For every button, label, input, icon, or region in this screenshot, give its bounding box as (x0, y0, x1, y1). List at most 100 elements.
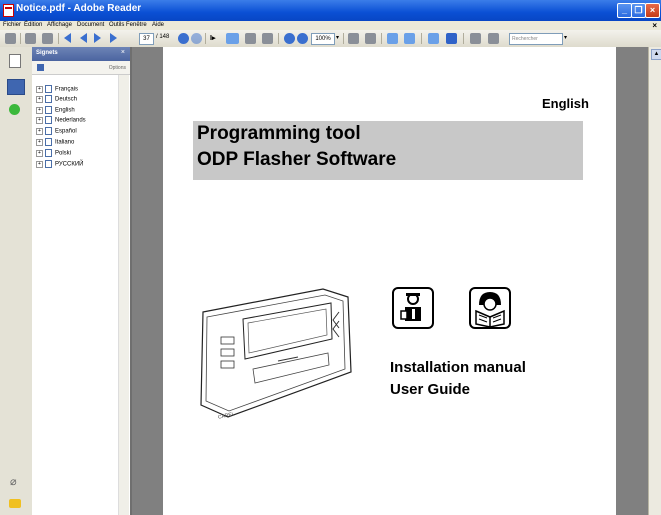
close-window-button[interactable]: × (645, 3, 660, 18)
expand-icon[interactable]: + (36, 95, 43, 103)
bookmark-menu-icon[interactable] (37, 64, 44, 71)
window-title: Notice.pdf - Adobe Reader (16, 3, 142, 14)
facing-pages-icon[interactable] (428, 33, 439, 44)
expand-icon[interactable]: + (36, 127, 43, 135)
bookmark-item[interactable]: + Nederlands (36, 116, 86, 126)
bookmark-label: Italiano (55, 139, 75, 146)
zoom-dropdown-icon[interactable]: ▾ (336, 34, 339, 41)
bookmarks-header: Signets × (32, 47, 130, 61)
bookmarks-tools: Options (32, 61, 130, 75)
expand-icon[interactable]: + (36, 149, 43, 157)
bookmark-label: Français (55, 86, 79, 93)
bookmark-item[interactable]: + Español (36, 127, 77, 137)
next-page-icon[interactable] (94, 33, 101, 43)
minimize-button[interactable]: _ (617, 3, 632, 18)
menu-edition[interactable]: Édition (24, 22, 42, 28)
pdf-page: English Programming tool ODP Flasher Sof… (163, 47, 616, 515)
zoom-out-icon[interactable] (284, 33, 295, 44)
bookmark-item[interactable]: + Français (36, 85, 78, 95)
expand-icon[interactable]: + (36, 116, 43, 124)
restore-button[interactable]: ❐ (631, 3, 646, 18)
expand-icon[interactable]: + (36, 138, 43, 146)
fit-width-icon[interactable] (446, 33, 457, 44)
menu-aide[interactable]: Aide (152, 22, 164, 28)
zoom-tool-icon[interactable] (245, 33, 256, 44)
reader-user-icon (469, 287, 511, 329)
pages-panel-icon[interactable] (9, 54, 21, 68)
help-icon[interactable] (9, 104, 20, 115)
manual-line1: Installation manual (390, 359, 526, 376)
toolbar-separator (58, 33, 59, 44)
toolbar-separator (463, 33, 464, 44)
bookmarks-panel-icon[interactable] (7, 79, 25, 95)
installer-icon (392, 287, 434, 329)
bookmarks-options[interactable]: Options (109, 65, 126, 71)
navigation-strip: ⌀ (0, 47, 33, 515)
save-icon[interactable] (25, 33, 36, 44)
expand-icon[interactable]: + (36, 106, 43, 114)
find-icon[interactable] (42, 33, 53, 44)
bookmark-icon (45, 85, 52, 93)
bookmark-item[interactable]: + Polski (36, 149, 71, 159)
hand-tool-icon[interactable] (226, 33, 239, 44)
toolbar-separator (278, 33, 279, 44)
attachment-icon[interactable]: ⌀ (10, 475, 17, 488)
back-view-icon[interactable] (178, 33, 189, 44)
actual-size-icon[interactable] (348, 33, 359, 44)
bookmark-item[interactable]: + English (36, 106, 75, 116)
select-tool-icon[interactable]: I▸ (210, 34, 215, 42)
page-number-input[interactable]: 37 (139, 33, 154, 45)
bookmark-label: Deutsch (55, 96, 78, 103)
bookmark-item[interactable]: + Deutsch (36, 95, 77, 105)
fit-page-icon[interactable] (365, 33, 376, 44)
menu-fichier[interactable]: Fichier (3, 22, 21, 28)
document-title-line1: Programming tool (197, 123, 361, 144)
continuous-page-icon[interactable] (404, 33, 415, 44)
search-dropdown-icon[interactable]: ▾ (564, 34, 567, 41)
loupe-tool-icon[interactable] (262, 33, 273, 44)
pdf-app-icon (3, 4, 14, 17)
bookmark-icon (45, 127, 52, 135)
manual-line2: User Guide (390, 381, 471, 398)
toolbar-separator (421, 33, 422, 44)
document-title-line2: ODP Flasher Software (197, 149, 397, 170)
search-input[interactable]: Rechercher (509, 33, 563, 45)
document-language: English (542, 96, 589, 111)
zoom-level-field[interactable]: 100% (311, 33, 335, 45)
previous-page-icon[interactable] (80, 33, 87, 43)
bookmarks-scrollbar[interactable] (118, 75, 129, 515)
menu-document[interactable]: Document (77, 22, 104, 28)
toolbar-separator (20, 33, 21, 44)
bookmark-item[interactable]: + РУССКИЙ (36, 160, 83, 170)
zoom-in-icon[interactable] (297, 33, 308, 44)
document-title-box: Programming tool ODP Flasher Software (193, 121, 583, 180)
menu-outils[interactable]: Outils (109, 22, 124, 28)
toolbar-separator (381, 33, 382, 44)
bookmark-label: Nederlands (55, 117, 86, 124)
bookmark-icon (45, 95, 52, 103)
document-scrollbar[interactable]: ▲ (648, 47, 661, 515)
comments-panel-icon[interactable] (9, 499, 21, 508)
menu-fenetre[interactable]: Fenêtre (126, 22, 147, 28)
document-close-icon[interactable]: × (652, 21, 657, 30)
print-icon[interactable] (5, 33, 16, 44)
single-page-icon[interactable] (387, 33, 398, 44)
expand-icon[interactable]: + (36, 160, 43, 168)
toolbar: 37 / 148 I▸ 100% ▾ Rechercher ▾ (0, 30, 661, 48)
bookmark-label: РУССКИЙ (55, 161, 84, 168)
menu-affichage[interactable]: Affichage (47, 22, 72, 28)
bookmark-item[interactable]: + Italiano (36, 138, 74, 148)
rotate-icon[interactable] (470, 33, 481, 44)
forward-view-icon[interactable] (191, 33, 202, 44)
manual-titles: Installation manual User Guide (390, 357, 526, 401)
title-bar: Notice.pdf - Adobe Reader _ ❐ × (0, 0, 661, 21)
first-page-icon[interactable] (64, 33, 71, 43)
toolbar-separator (343, 33, 344, 44)
bookmark-label: Polski (55, 150, 72, 157)
scroll-up-icon[interactable]: ▲ (651, 49, 661, 60)
expand-icon[interactable]: + (36, 85, 43, 93)
bookmark-icon (45, 138, 52, 146)
comment-icon[interactable] (488, 33, 499, 44)
last-page-icon[interactable] (110, 33, 117, 43)
close-panel-icon[interactable]: × (121, 49, 125, 56)
